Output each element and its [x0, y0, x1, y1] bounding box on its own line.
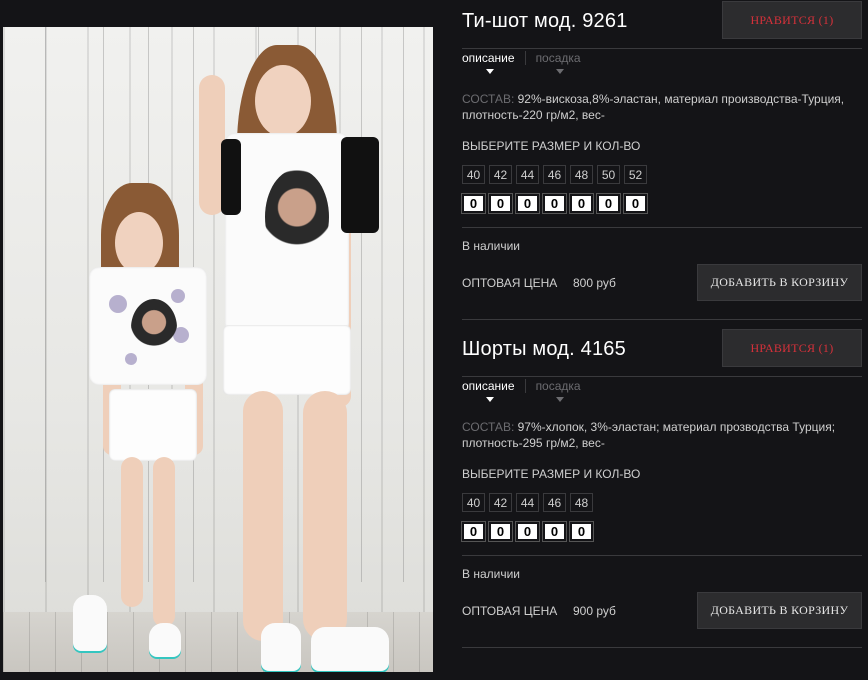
- size-cell[interactable]: 42: [489, 493, 512, 512]
- quantity-input[interactable]: [461, 521, 486, 542]
- divider: [462, 555, 862, 556]
- quantity-list: [461, 193, 651, 214]
- size-cell[interactable]: 40: [462, 165, 485, 184]
- size-cell[interactable]: 46: [543, 165, 566, 184]
- size-list: 40 42 44 46 48 50 52: [462, 165, 651, 184]
- price-value: 900 руб: [573, 604, 616, 618]
- divider: [462, 376, 862, 377]
- composition-label: СОСТАВ:: [462, 420, 515, 434]
- wall-plank: [45, 27, 46, 582]
- size-cell[interactable]: 44: [516, 165, 539, 184]
- product-title: Ти-шот мод. 9261: [462, 10, 628, 32]
- stock-status: В наличии: [462, 567, 521, 581]
- tab-description[interactable]: описание: [462, 379, 526, 402]
- caret-down-icon: [555, 397, 564, 402]
- quantity-input[interactable]: [488, 193, 513, 214]
- quantity-input[interactable]: [488, 521, 513, 542]
- quantity-input[interactable]: [569, 193, 594, 214]
- tab-fit[interactable]: посадка: [536, 379, 591, 402]
- quantity-input[interactable]: [596, 193, 621, 214]
- price-label: ОПТОВАЯ ЦЕНА: [462, 276, 558, 290]
- stock-status: В наличии: [462, 239, 521, 253]
- size-cell[interactable]: 48: [570, 165, 593, 184]
- product-photo[interactable]: [3, 27, 433, 672]
- composition-text: 97%-хлопок, 3%-эластан; материал прозвод…: [462, 420, 836, 450]
- quantity-list: [461, 521, 597, 542]
- composition-text: 92%-вискоза,8%-эластан, материал произво…: [462, 92, 845, 122]
- composition-label: СОСТАВ:: [462, 92, 515, 106]
- like-button[interactable]: НРАВИТСЯ (1): [722, 329, 862, 367]
- size-cell[interactable]: 46: [543, 493, 566, 512]
- like-button[interactable]: НРАВИТСЯ (1): [722, 1, 862, 39]
- divider: [462, 48, 862, 49]
- size-list: 40 42 44 46 48: [462, 493, 597, 512]
- wall-plank: [403, 27, 404, 582]
- price-value: 800 руб: [573, 276, 616, 290]
- divider: [462, 227, 862, 228]
- caret-down-icon: [486, 69, 494, 74]
- composition: СОСТАВ: 97%-хлопок, 3%-эластан; материал…: [462, 419, 862, 451]
- caret-down-icon: [555, 69, 564, 74]
- product-tabs: описание посадка: [462, 379, 601, 402]
- size-cell[interactable]: 52: [624, 165, 647, 184]
- quantity-input[interactable]: [515, 521, 540, 542]
- caret-down-icon: [486, 397, 494, 402]
- quantity-input[interactable]: [569, 521, 594, 542]
- price-label: ОПТОВАЯ ЦЕНА: [462, 604, 558, 618]
- size-heading: ВЫБЕРИТЕ РАЗМЕР И КОЛ-ВО: [462, 467, 641, 481]
- size-cell[interactable]: 40: [462, 493, 485, 512]
- divider: [462, 647, 862, 648]
- quantity-input[interactable]: [515, 193, 540, 214]
- size-cell[interactable]: 42: [489, 165, 512, 184]
- quantity-input[interactable]: [542, 521, 567, 542]
- tab-description[interactable]: описание: [462, 51, 526, 74]
- add-to-cart-button[interactable]: ДОБАВИТЬ В КОРЗИНУ: [697, 264, 862, 301]
- add-to-cart-button[interactable]: ДОБАВИТЬ В КОРЗИНУ: [697, 592, 862, 629]
- size-cell[interactable]: 48: [570, 493, 593, 512]
- quantity-input[interactable]: [542, 193, 567, 214]
- quantity-input[interactable]: [623, 193, 648, 214]
- size-cell[interactable]: 50: [597, 165, 620, 184]
- size-cell[interactable]: 44: [516, 493, 539, 512]
- quantity-input[interactable]: [461, 193, 486, 214]
- product-tabs: описание посадка: [462, 51, 601, 74]
- wall-plank: [361, 27, 362, 582]
- composition: СОСТАВ: 92%-вискоза,8%-эластан, материал…: [462, 91, 862, 123]
- product-title: Шорты мод. 4165: [462, 338, 626, 360]
- tab-fit[interactable]: посадка: [536, 51, 591, 74]
- divider: [462, 319, 862, 320]
- size-heading: ВЫБЕРИТЕ РАЗМЕР И КОЛ-ВО: [462, 139, 641, 153]
